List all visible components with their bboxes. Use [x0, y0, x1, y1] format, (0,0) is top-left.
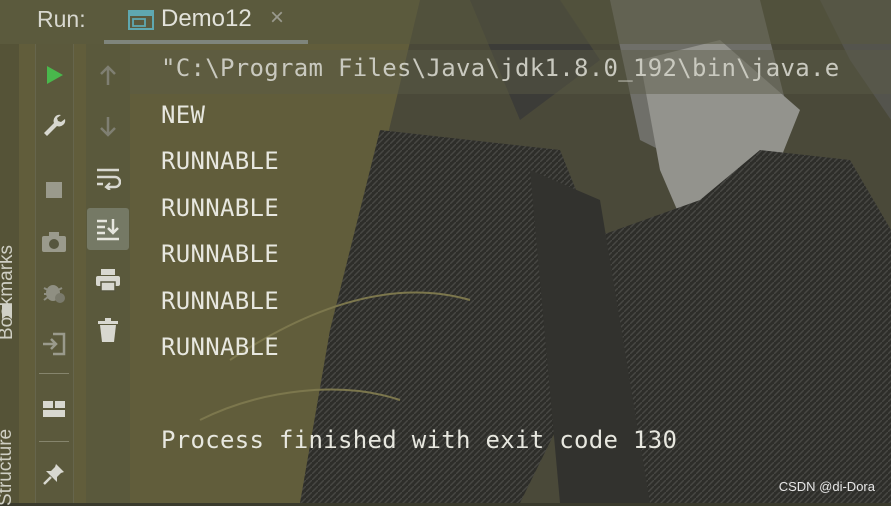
wrench-icon[interactable]: [38, 109, 70, 141]
process-exit-message: Process finished with exit code 130: [161, 426, 678, 454]
console-line: RUNNABLE: [161, 147, 279, 175]
console-line: RUNNABLE: [161, 333, 279, 361]
arrow-down-icon[interactable]: [92, 110, 124, 142]
camera-icon[interactable]: [38, 226, 70, 258]
run-icon[interactable]: [38, 59, 70, 91]
console-line: NEW: [161, 101, 206, 129]
layout-icon[interactable]: [38, 393, 70, 425]
login-icon[interactable]: [38, 328, 70, 360]
trash-icon[interactable]: [92, 314, 124, 346]
toolbar-separator: [39, 373, 69, 374]
soft-wrap-icon[interactable]: [92, 162, 124, 194]
run-label: Run:: [37, 6, 86, 32]
left-tool-strip: Bookmarks Structure: [0, 44, 19, 506]
debug-icon[interactable]: [38, 276, 70, 308]
toolbar-primary: [35, 44, 74, 503]
scroll-to-end-icon[interactable]: [92, 213, 124, 245]
toolbar-secondary: [86, 44, 130, 503]
tab-demo12[interactable]: Demo12 ×: [104, 0, 308, 44]
console-line: RUNNABLE: [161, 287, 279, 315]
pin-icon[interactable]: [38, 458, 70, 490]
close-icon[interactable]: ×: [270, 4, 284, 32]
print-icon[interactable]: [92, 264, 124, 296]
console-line: RUNNABLE: [161, 240, 279, 268]
tab-title: Demo12: [161, 5, 252, 32]
run-toolwindow-header: Run: Demo12 ×: [0, 0, 891, 44]
console-icon: [128, 8, 154, 37]
command-line: "C:\Program Files\Java\jdk1.8.0_192\bin\…: [161, 54, 840, 82]
toolbar-separator: [39, 441, 69, 442]
stop-icon[interactable]: [38, 174, 70, 206]
console-output[interactable]: "C:\Program Files\Java\jdk1.8.0_192\bin\…: [130, 44, 891, 503]
arrow-up-icon[interactable]: [92, 60, 124, 92]
watermark: CSDN @di-Dora: [778, 479, 875, 494]
console-line: RUNNABLE: [161, 194, 279, 222]
bookmark-icon: [0, 303, 14, 326]
structure-tab[interactable]: Structure: [0, 429, 17, 506]
